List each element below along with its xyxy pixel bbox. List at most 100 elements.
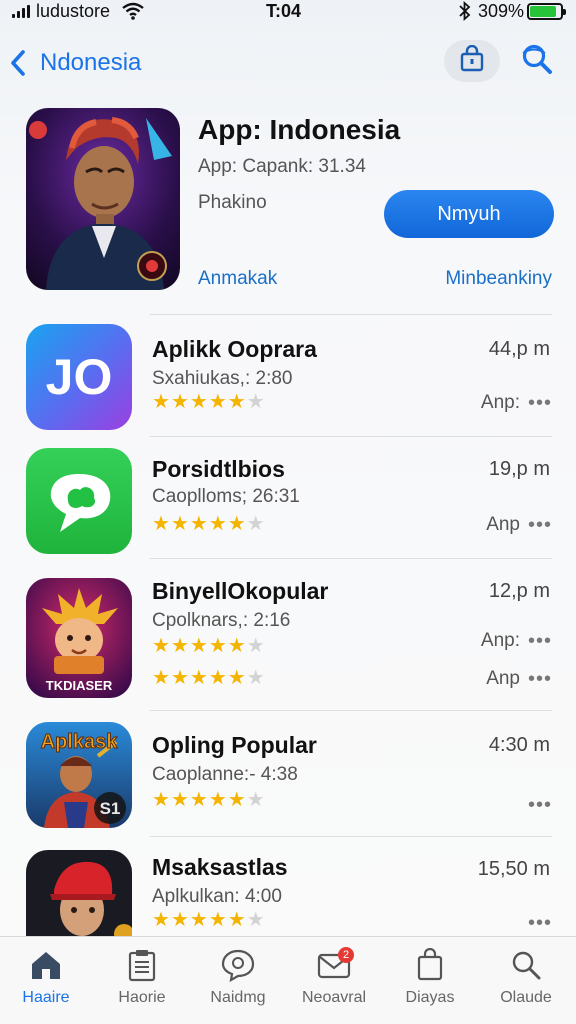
tab-label: Haorie (118, 989, 166, 1006)
more-icon[interactable]: ••• (528, 515, 552, 535)
get-button[interactable]: Nmyuh (384, 190, 554, 238)
app-icon-text: TKDIASER (46, 678, 113, 693)
app-list-item[interactable]: S1 Aplkask Opling Popular Caoplanne:- 4:… (0, 718, 576, 834)
app-list-item[interactable]: TKDIASER BinyellOkopular Cpolknars,: 2:1… (0, 566, 576, 706)
app-subtitle: Cpolknars,: 2:16 (152, 610, 291, 631)
more-icon[interactable]: ••• (528, 669, 552, 689)
tab-label: Haaire (22, 989, 70, 1006)
divider (150, 436, 552, 437)
bag-icon (382, 945, 478, 985)
star-filled-icon: ★ (208, 789, 227, 811)
tab-clipboard[interactable]: Haorie (94, 945, 190, 1007)
bluetooth-icon (458, 0, 472, 26)
tab-label: Diayas (405, 989, 455, 1006)
featured-app-card[interactable]: App: Indonesia App: Capank: 31.34 Phakin… (0, 104, 576, 304)
app-list-item[interactable]: Msaksastlas Aplkulkan: 4:00 ★ ★ ★ ★ ★ ★ 15,50… (0, 844, 576, 936)
star-empty-icon: ★ (246, 667, 265, 689)
more-icon[interactable]: ••• (528, 631, 552, 651)
divider (150, 710, 552, 711)
star-filled-icon: ★ (170, 513, 189, 535)
star-filled-icon: ★ (227, 635, 246, 657)
star-filled-icon: ★ (208, 391, 227, 413)
app-icon-jo: JO (26, 324, 132, 430)
app-name: Aplikk Ooprara (152, 336, 317, 362)
app-list-item[interactable]: Porsidtlbios Caoplloms; 26:31 ★ ★ ★ ★ ★ ★ 19,… (0, 444, 576, 556)
star-filled-icon: ★ (208, 513, 227, 535)
star-filled-icon: ★ (208, 909, 227, 931)
app-tag: Anp (486, 668, 520, 689)
star-filled-icon: ★ (189, 789, 208, 811)
featured-link-right[interactable]: Minbeankiny (445, 268, 552, 290)
app-icon-text: JO (46, 349, 113, 405)
app-icon-text: Aplkask (41, 731, 119, 753)
search-button[interactable] (514, 40, 560, 82)
star-rating: ★ ★ ★ ★ ★ ★ (152, 790, 265, 810)
featured-link-left[interactable]: Anmakak (198, 268, 277, 290)
app-name: Porsidtlbios (152, 456, 285, 482)
more-icon[interactable]: ••• (528, 393, 552, 413)
divider (150, 558, 552, 559)
clipboard-icon (94, 945, 190, 985)
app-size: 19,p m (488, 458, 550, 480)
tab-label: Naidmg (210, 989, 266, 1006)
star-filled-icon: ★ (152, 789, 170, 811)
app-size: 44,p m (488, 338, 550, 360)
tab-home[interactable]: Haaire (0, 945, 94, 1007)
app-tag: Anp (486, 514, 520, 535)
tab-label: Neoavral (301, 989, 367, 1006)
app-tag: Anp: (480, 392, 520, 413)
app-name: BinyellOkopular (152, 578, 329, 604)
tab-search[interactable]: Olaude (478, 945, 574, 1007)
star-empty-icon: ★ (246, 513, 265, 535)
star-rating: ★ ★ ★ ★ ★ ★ (152, 392, 265, 412)
featured-app-artwork (26, 108, 180, 290)
star-filled-icon: ★ (189, 909, 208, 931)
app-subtitle: Aplkulkan: 4:00 (152, 886, 282, 907)
status-bar: ludustore T:04 309% (0, 0, 576, 26)
search-icon (478, 945, 574, 985)
star-empty-icon: ★ (246, 391, 265, 413)
clock: T:04 (266, 1, 302, 21)
tab-bag[interactable]: Diayas (382, 945, 478, 1007)
star-filled-icon: ★ (170, 635, 189, 657)
chat-icon (190, 945, 286, 985)
star-filled-icon: ★ (152, 513, 170, 535)
purchases-button[interactable] (444, 40, 500, 82)
signal-icon (12, 5, 30, 18)
notification-badge: 2 (338, 947, 354, 963)
star-filled-icon: ★ (152, 667, 170, 689)
home-icon (0, 945, 94, 985)
star-filled-icon: ★ (227, 513, 246, 535)
app-subtitle: Caoplanne:- 4:38 (152, 764, 298, 785)
app-size: 15,50 m (477, 858, 550, 880)
featured-app-meta: Phakino (198, 192, 267, 213)
star-filled-icon: ★ (227, 909, 246, 931)
app-name: Opling Popular (152, 732, 317, 758)
app-list-item[interactable]: JO Aplikk Ooprara Sxahiukas,: 2:80 ★ ★ ★ ★ ★… (0, 322, 576, 434)
star-filled-icon: ★ (152, 635, 170, 657)
app-icon-badge-text: S1 (100, 799, 121, 818)
carrier-name: ludustore (36, 1, 111, 21)
star-filled-icon: ★ (208, 667, 227, 689)
star-filled-icon: ★ (170, 789, 189, 811)
tab-chat[interactable]: Naidmg (190, 945, 286, 1007)
star-rating: ★ ★ ★ ★ ★ ★ (152, 668, 265, 688)
back-button[interactable]: Ndonesia (10, 44, 141, 82)
mail-icon: 2 (286, 945, 382, 985)
divider (150, 314, 552, 315)
more-icon[interactable]: ••• (528, 795, 552, 815)
app-name: Msaksastlas (152, 854, 288, 880)
featured-app-subtitle: App: Capank: 31.34 (198, 156, 366, 177)
star-rating: ★ ★ ★ ★ ★ ★ (152, 636, 265, 656)
app-subtitle: Caoplloms; 26:31 (152, 486, 300, 507)
chevron-left-icon (10, 44, 40, 82)
star-filled-icon: ★ (227, 391, 246, 413)
app-subtitle: Sxahiukas,: 2:80 (152, 368, 293, 389)
star-filled-icon: ★ (227, 667, 246, 689)
star-filled-icon: ★ (227, 789, 246, 811)
tab-bar: Haaire Haorie Naidmg 2 Neoavral Diayas O… (0, 936, 576, 1024)
app-size: 12,p m (488, 580, 550, 602)
tab-mail[interactable]: 2 Neoavral (286, 945, 382, 1007)
app-tag: Anp: (480, 630, 520, 651)
more-icon[interactable]: ••• (528, 913, 552, 933)
